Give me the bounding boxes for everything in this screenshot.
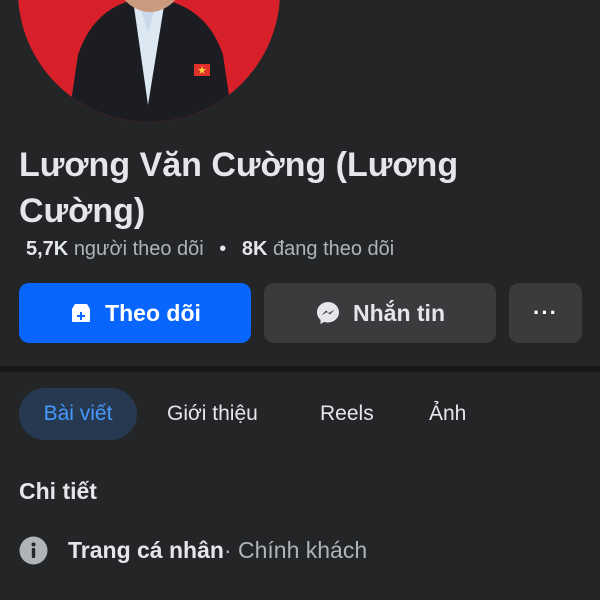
detail-row-category: Trang cá nhân · Chính khách: [19, 533, 367, 567]
profile-name: Lương Văn Cường (Lương Cường): [19, 146, 459, 230]
avatar[interactable]: [18, 0, 280, 122]
following-label[interactable]: đang theo dõi: [273, 238, 394, 260]
followers-count[interactable]: 5,7K: [26, 238, 68, 260]
tab-photos[interactable]: Ảnh: [429, 388, 466, 440]
page-category: · Chính khách: [223, 536, 368, 563]
tab-posts[interactable]: Bài viết: [19, 388, 137, 440]
message-button[interactable]: Nhắn tin: [264, 283, 496, 343]
follow-button-label: Theo dõi: [105, 299, 201, 326]
details-heading: Chi tiết: [19, 478, 97, 504]
page-type: Trang cá nhân: [68, 536, 224, 563]
followers-label[interactable]: người theo dõi: [74, 238, 204, 260]
stats-separator: •: [219, 238, 227, 260]
more-options-button[interactable]: ···: [509, 283, 582, 343]
message-button-label: Nhắn tin: [353, 299, 445, 326]
follow-page-icon: [69, 301, 93, 325]
messenger-icon: [315, 300, 341, 326]
profile-avatar-frame[interactable]: [18, 0, 280, 122]
section-divider: [0, 366, 600, 372]
follow-stats: 5,7K người theo dõi • 8K đang theo dõi: [26, 238, 394, 261]
following-count[interactable]: 8K: [242, 238, 268, 260]
avatar-photo: [18, 0, 280, 122]
follow-button[interactable]: Theo dõi: [19, 283, 251, 343]
more-options-icon: ···: [533, 300, 558, 325]
tab-reels[interactable]: Reels: [320, 388, 374, 440]
tab-about[interactable]: Giới thiệu: [167, 388, 258, 440]
info-icon: [19, 536, 48, 565]
